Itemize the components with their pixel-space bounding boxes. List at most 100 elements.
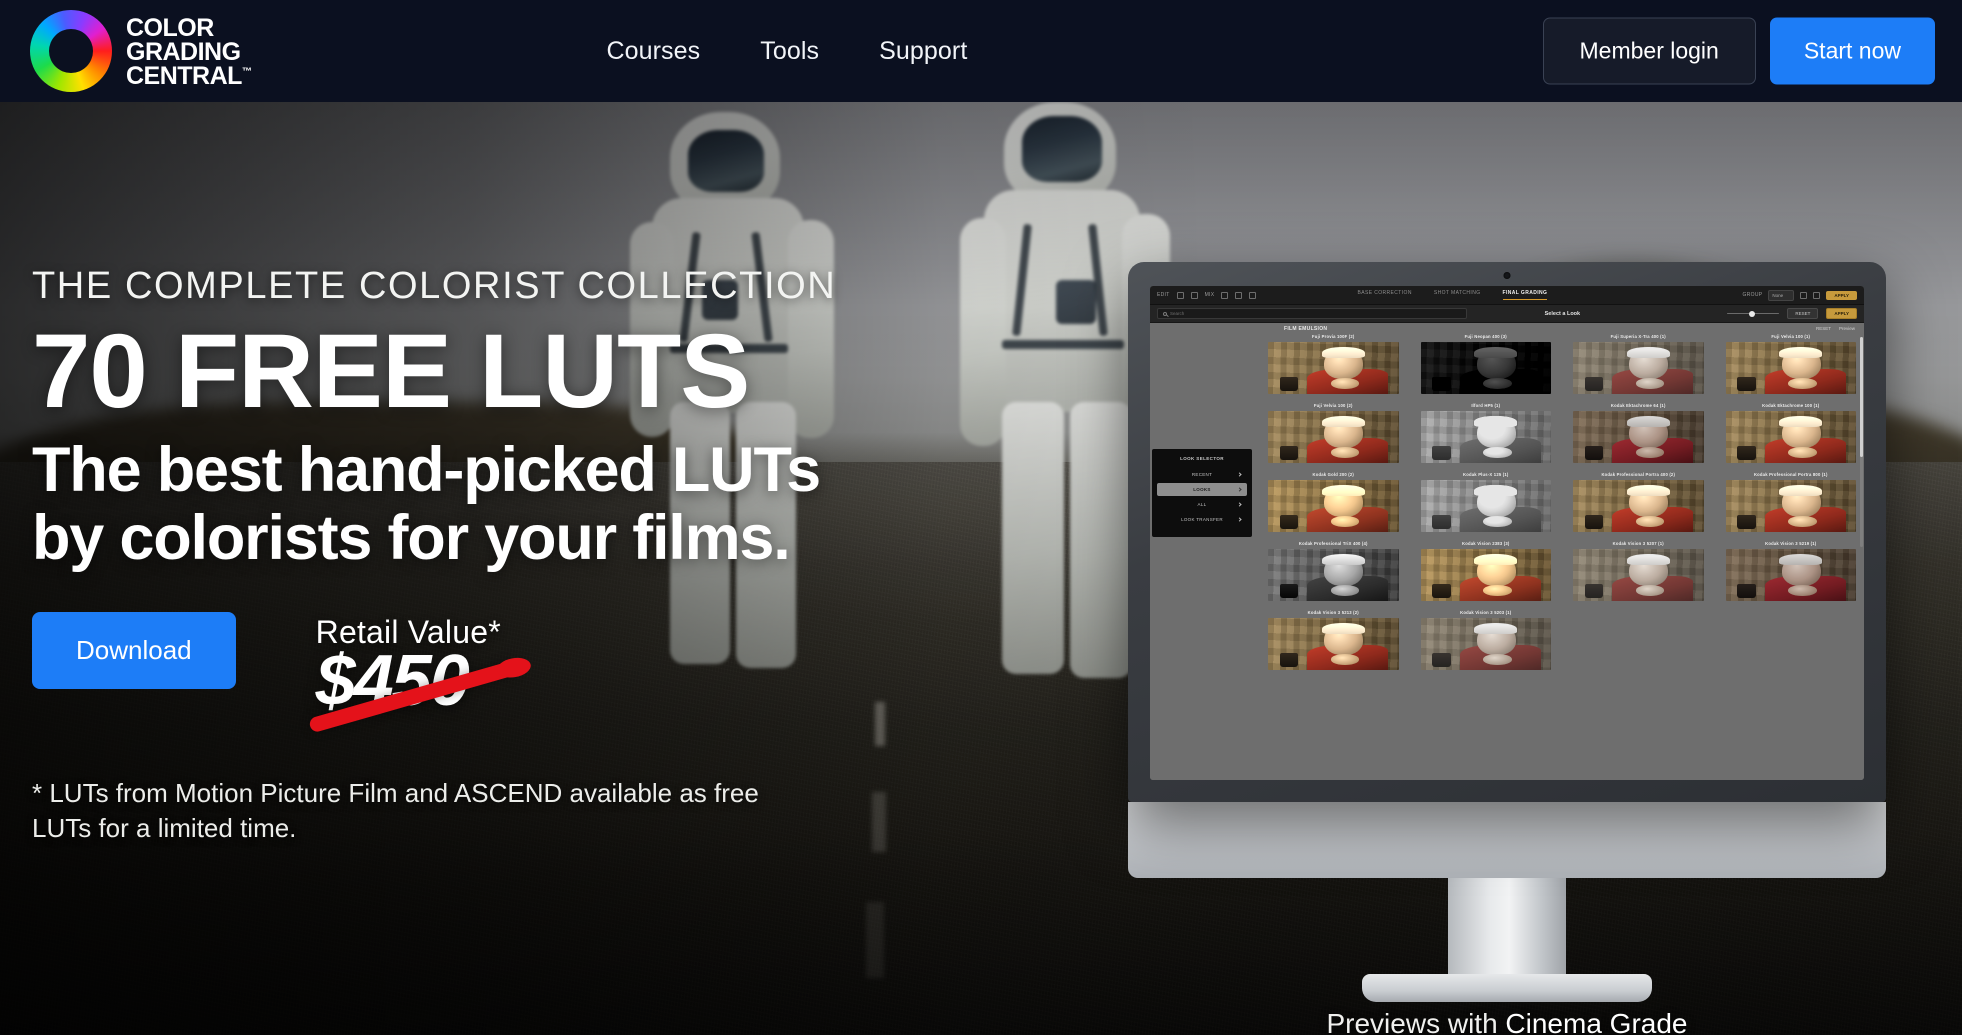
lut-thumbnail[interactable] xyxy=(1573,480,1704,532)
thumb-subject-hair xyxy=(1779,553,1823,566)
thumb-subject-hands xyxy=(1483,516,1512,527)
search-input[interactable]: Search xyxy=(1157,308,1467,319)
thumb-foreground-object xyxy=(1584,584,1603,598)
gear-icon[interactable] xyxy=(1813,291,1821,299)
lut-thumbnail[interactable] xyxy=(1268,411,1399,463)
curve-icon[interactable] xyxy=(1235,291,1243,299)
nav-item-support[interactable]: Support xyxy=(879,37,967,66)
lut-name-label: Kodak Gold 200 (2) xyxy=(1312,472,1355,477)
lut-thumbnail[interactable] xyxy=(1573,411,1704,463)
undo-icon[interactable] xyxy=(1176,291,1184,299)
lut-cell[interactable]: Kodak Professional Portra 400 (2) xyxy=(1573,472,1704,532)
lut-thumbnail[interactable] xyxy=(1573,342,1704,394)
intensity-slider[interactable] xyxy=(1727,310,1780,317)
sidebar-item-look-transfer[interactable]: LOOK TRANSFER xyxy=(1157,513,1247,526)
sidebar-item-all[interactable]: ALL xyxy=(1157,498,1247,511)
lut-name-label: Fuji Neopan 400 (3) xyxy=(1464,334,1507,339)
app-tab-bar: BASE CORRECTION SHOT MATCHING FINAL GRAD… xyxy=(1357,290,1548,300)
search-icon[interactable] xyxy=(1800,291,1808,299)
mask-icon[interactable] xyxy=(1221,291,1229,299)
brand-line-3: CENTRAL™ xyxy=(126,62,252,90)
lut-thumbnail[interactable] xyxy=(1725,549,1856,601)
lut-thumbnail[interactable] xyxy=(1573,549,1704,601)
tab-final-grading[interactable]: FINAL GRADING xyxy=(1502,290,1548,300)
search-icon xyxy=(1163,311,1167,316)
lut-thumbnail[interactable] xyxy=(1268,480,1399,532)
grid-icon[interactable] xyxy=(1249,291,1257,299)
group-select[interactable]: None xyxy=(1768,289,1795,301)
lut-thumbnail[interactable] xyxy=(1725,411,1856,463)
thumb-foreground-object xyxy=(1584,446,1603,460)
lut-cell[interactable]: Kodak Plus-X 125 (1) xyxy=(1420,472,1551,532)
lut-thumbnail[interactable] xyxy=(1420,618,1551,670)
thumb-subject-hands xyxy=(1330,447,1360,458)
previews-caption: Previews with Cinema Grade xyxy=(1128,1008,1886,1035)
download-button[interactable]: Download xyxy=(32,611,236,689)
apply-button[interactable]: APPLY xyxy=(1826,308,1857,319)
lut-thumbnail[interactable] xyxy=(1725,342,1856,394)
tab-shot-matching[interactable]: SHOT MATCHING xyxy=(1434,290,1481,300)
search-placeholder: Search xyxy=(1170,311,1185,316)
slider-track[interactable] xyxy=(1727,310,1780,317)
member-login-button[interactable]: Member login xyxy=(1542,17,1756,85)
lut-cell[interactable]: Fuji Velvia 100 (1) xyxy=(1725,334,1856,394)
lut-cell[interactable]: Kodak Vision 3 5219 (1) xyxy=(1725,541,1856,601)
group-preview-link[interactable]: Preview xyxy=(1839,326,1855,331)
app-scrollbar[interactable] xyxy=(1860,337,1863,547)
thumb-foreground-object xyxy=(1737,446,1756,460)
apply-toolbar-button[interactable]: APPLY xyxy=(1826,290,1857,300)
lut-thumbnail[interactable] xyxy=(1268,549,1399,601)
lut-group-actions: RESET Preview xyxy=(1816,326,1855,331)
lut-cell[interactable]: Fuji Superia X-Tra 400 (1) xyxy=(1573,334,1704,394)
scrollbar-thumb[interactable] xyxy=(1860,337,1863,457)
thumb-foreground-object xyxy=(1737,377,1756,391)
slider-knob[interactable] xyxy=(1749,310,1756,317)
thumb-subject-hair xyxy=(1474,415,1518,428)
lut-cell[interactable]: Kodak Vision 3 5213 (2) xyxy=(1268,610,1399,670)
lut-thumbnail[interactable] xyxy=(1420,411,1551,463)
lut-thumbnail[interactable] xyxy=(1268,618,1399,670)
lut-cell[interactable]: Kodak Professional Portra 800 (1) xyxy=(1725,472,1856,532)
lut-name-label: Kodak Plus-X 125 (1) xyxy=(1463,472,1509,477)
header-actions: Member login Start now xyxy=(1542,17,1935,85)
sidebar-item-recent[interactable]: RECENT xyxy=(1157,468,1247,481)
brand-line-2: GRADING xyxy=(126,38,241,66)
redo-icon[interactable] xyxy=(1190,291,1198,299)
sidebar-item-looks[interactable]: LOOKS xyxy=(1157,483,1247,496)
lut-cell[interactable]: Kodak Ektachrome 64 (1) xyxy=(1573,403,1704,463)
thumb-subject-hands xyxy=(1483,378,1512,389)
lut-cell[interactable]: Kodak Vision 3 5207 (1) xyxy=(1573,541,1704,601)
lut-cell[interactable]: Kodak Vision 3 5203 (1) xyxy=(1420,610,1551,670)
lut-cell[interactable]: Kodak Gold 200 (2) xyxy=(1268,472,1399,532)
lut-name-label: Kodak Vision 3 5207 (1) xyxy=(1612,541,1664,546)
thumb-foreground-object xyxy=(1432,653,1451,667)
lut-thumbnail[interactable] xyxy=(1420,480,1551,532)
start-now-button[interactable]: Start now xyxy=(1769,17,1935,85)
lut-thumbnail[interactable] xyxy=(1420,342,1551,394)
tab-base-correction[interactable]: BASE CORRECTION xyxy=(1357,290,1411,300)
thumb-foreground-object xyxy=(1432,584,1451,598)
cinema-grade-link[interactable]: Cinema Grade xyxy=(1505,1008,1687,1035)
look-selector-panel: LOOK SELECTOR RECENT LOOKS ALL LOOK TRAN… xyxy=(1152,449,1252,537)
lut-cell[interactable]: Kodak Ektachrome 100 (1) xyxy=(1725,403,1856,463)
main-nav: Courses Tools Support xyxy=(606,37,967,66)
thumb-subject-hands xyxy=(1788,516,1817,527)
lut-thumbnail[interactable] xyxy=(1725,480,1856,532)
app-screen: EDIT MIX BASE CORRECTION SHOT MATCHING F… xyxy=(1150,286,1864,780)
reset-button[interactable]: RESET xyxy=(1787,308,1819,319)
nav-item-courses[interactable]: Courses xyxy=(606,37,700,66)
toolbar-edit-label: EDIT xyxy=(1157,292,1170,298)
lut-thumbnail[interactable] xyxy=(1420,549,1551,601)
brand-logo[interactable]: COLOR GRADING CENTRAL™ xyxy=(30,10,252,92)
hero-footnote: * LUTs from Motion Picture Film and ASCE… xyxy=(32,777,759,843)
lut-cell[interactable]: Fuji Velvia 100 (2) xyxy=(1268,403,1399,463)
lut-cell[interactable]: Kodak Vision 2383 (3) xyxy=(1420,541,1551,601)
webcam-icon xyxy=(1503,272,1511,279)
lut-cell[interactable]: Fuji Provia 100F (2) xyxy=(1268,334,1399,394)
lut-cell[interactable]: Kodak Professional TriX 400 (4) xyxy=(1268,541,1399,601)
lut-cell[interactable]: Ilford HP5 (1) xyxy=(1420,403,1551,463)
group-reset-link[interactable]: RESET xyxy=(1816,326,1831,331)
nav-item-tools[interactable]: Tools xyxy=(760,37,819,66)
lut-cell[interactable]: Fuji Neopan 400 (3) xyxy=(1420,334,1551,394)
lut-thumbnail[interactable] xyxy=(1268,342,1399,394)
